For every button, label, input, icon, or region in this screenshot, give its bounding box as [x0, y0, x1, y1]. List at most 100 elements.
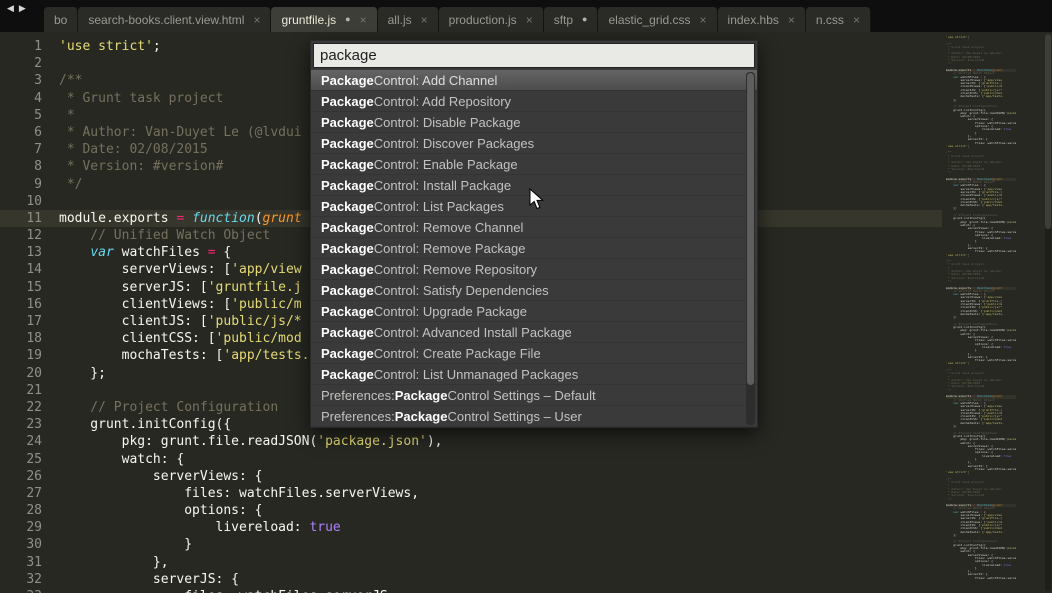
line-number: 25 — [0, 451, 59, 468]
line-number: 10 — [0, 193, 59, 210]
palette-item[interactable]: Package Control: Remove Package — [311, 238, 757, 259]
command-palette-list: Package Control: Add ChannelPackage Cont… — [311, 70, 757, 427]
line-number: 15 — [0, 279, 59, 296]
vertical-scrollbar-thumb[interactable] — [1045, 34, 1051, 229]
dirty-indicator-icon: ● — [582, 15, 587, 24]
minimap[interactable]: 1'use strict';23/**4 * Grunt task projec… — [946, 36, 1016, 585]
tab-search-books.client.view.html[interactable]: search-books.client.view.html × — [78, 7, 271, 32]
tab-close-icon[interactable]: × — [421, 14, 428, 26]
code-line-text: pkg: grunt.file.readJSON('package.json')… — [59, 433, 942, 450]
line-number: 14 — [0, 261, 59, 278]
palette-item[interactable]: Package Control: Advanced Install Packag… — [311, 322, 757, 343]
tab-bar: ◀▶ bosearch-books.client.view.html×grunt… — [0, 0, 1052, 32]
sublime-text-window: ◀▶ bosearch-books.client.view.html×grunt… — [0, 0, 1052, 593]
tab-label: sftp — [554, 13, 573, 27]
line-number: 2 — [0, 55, 59, 72]
code-line-text: files: watchFiles.serverJS, — [946, 577, 1016, 580]
palette-item[interactable]: Package Control: List Unmanaged Packages — [311, 364, 757, 385]
palette-item[interactable]: Package Control: Create Package File — [311, 343, 757, 364]
palette-item[interactable]: Package Control: Add Repository — [311, 91, 757, 112]
palette-item[interactable]: Package Control: List Packages — [311, 196, 757, 217]
tab-close-icon[interactable]: × — [788, 14, 795, 26]
line-number: 13 — [0, 244, 59, 261]
line-number: 30 — [0, 536, 59, 553]
tab-label: all.js — [388, 13, 412, 27]
tab-label: n.css — [816, 13, 844, 27]
line-number: 3 — [0, 72, 59, 89]
code-line[interactable]: 26 serverViews: { — [0, 468, 942, 485]
code-line-text: files: watchFiles.serverJS, — [59, 588, 942, 593]
code-line-text: files: watchFiles.serverViews, — [59, 485, 942, 502]
vertical-scrollbar[interactable] — [1045, 34, 1051, 591]
code-line[interactable]: 31 }, — [0, 554, 942, 571]
line-number: 23 — [0, 416, 59, 433]
back-icon[interactable]: ◀ — [7, 3, 19, 13]
tab-label: gruntfile.js — [281, 13, 336, 27]
line-number: 19 — [0, 347, 59, 364]
palette-item[interactable]: Package Control: Install Package — [311, 175, 757, 196]
tab-gruntfile.js[interactable]: gruntfile.js ● × — [271, 7, 377, 32]
tab-bo[interactable]: bo — [44, 7, 78, 32]
line-number: 27 — [0, 485, 59, 502]
line-number: 16 — [0, 296, 59, 313]
tab-sftp[interactable]: sftp ● — [544, 7, 599, 32]
line-number: 8 — [0, 158, 59, 175]
code-line[interactable]: 24 pkg: grunt.file.readJSON('package.jso… — [0, 433, 942, 450]
line-number: 21 — [0, 382, 59, 399]
tab-close-icon[interactable]: × — [526, 14, 533, 26]
code-line-text: watch: { — [59, 451, 942, 468]
command-palette: Package Control: Add ChannelPackage Cont… — [310, 40, 758, 428]
palette-item[interactable]: Package Control: Disable Package — [311, 112, 757, 133]
tab-close-icon[interactable]: × — [253, 14, 260, 26]
code-line[interactable]: 29 livereload: true — [0, 519, 942, 536]
line-number: 18 — [0, 330, 59, 347]
line-number: 7 — [0, 141, 59, 158]
code-line-text: serverViews: { — [59, 468, 942, 485]
forward-icon[interactable]: ▶ — [19, 3, 31, 13]
code-line[interactable]: 30 } — [0, 536, 942, 553]
code-line-text: options: { — [59, 502, 942, 519]
line-number: 31 — [0, 554, 59, 571]
tab-label: bo — [54, 13, 67, 27]
line-number: 12 — [0, 227, 59, 244]
line-number: 33 — [0, 588, 59, 593]
code-line-text: livereload: true — [59, 519, 942, 536]
tab-label: elastic_grid.css — [608, 13, 690, 27]
palette-item[interactable]: Package Control: Remove Channel — [311, 217, 757, 238]
dirty-indicator-icon: ● — [345, 15, 350, 24]
line-number: 24 — [0, 433, 59, 450]
tab-label: production.js — [449, 13, 517, 27]
tab-label: search-books.client.view.html — [88, 13, 244, 27]
tab-n.css[interactable]: n.css × — [806, 7, 871, 32]
palette-item[interactable]: Package Control: Add Channel — [311, 70, 757, 91]
code-line[interactable]: 33 files: watchFiles.serverJS, — [0, 588, 942, 593]
palette-item[interactable]: Package Control: Discover Packages — [311, 133, 757, 154]
code-line-text: serverJS: { — [59, 571, 942, 588]
palette-item[interactable]: Preferences: Package Control Settings – … — [311, 406, 757, 427]
code-line[interactable]: 27 files: watchFiles.serverViews, — [0, 485, 942, 502]
palette-scrollbar-thumb[interactable] — [747, 73, 754, 385]
tab-close-icon[interactable]: × — [360, 14, 367, 26]
palette-item[interactable]: Package Control: Upgrade Package — [311, 301, 757, 322]
tab-production.js[interactable]: production.js × — [439, 7, 544, 32]
line-number: 6 — [0, 124, 59, 141]
code-line-minimap: 33 files: watchFiles.serverJS, — [946, 577, 1016, 580]
code-line[interactable]: 28 options: { — [0, 502, 942, 519]
line-number: 26 — [0, 468, 59, 485]
tab-close-icon[interactable]: × — [700, 14, 707, 26]
tab-index.hbs[interactable]: index.hbs× — [718, 7, 806, 32]
palette-item[interactable]: Package Control: Remove Repository — [311, 259, 757, 280]
code-line[interactable]: 25 watch: { — [0, 451, 942, 468]
tab-strip: bosearch-books.client.view.html×gruntfil… — [44, 6, 1052, 32]
palette-item[interactable]: Preferences: Package Control Settings – … — [311, 385, 757, 406]
line-number: 32 — [0, 571, 59, 588]
palette-item[interactable]: Package Control: Enable Package — [311, 154, 757, 175]
tab-elastic-grid.css[interactable]: elastic_grid.css × — [598, 7, 717, 32]
command-palette-input[interactable] — [313, 43, 755, 68]
tab-all.js[interactable]: all.js × — [378, 7, 439, 32]
code-line[interactable]: 32 serverJS: { — [0, 571, 942, 588]
line-number: 20 — [0, 365, 59, 382]
tab-close-icon[interactable]: × — [853, 14, 860, 26]
palette-scrollbar[interactable] — [746, 72, 755, 425]
palette-item[interactable]: Package Control: Satisfy Dependencies — [311, 280, 757, 301]
